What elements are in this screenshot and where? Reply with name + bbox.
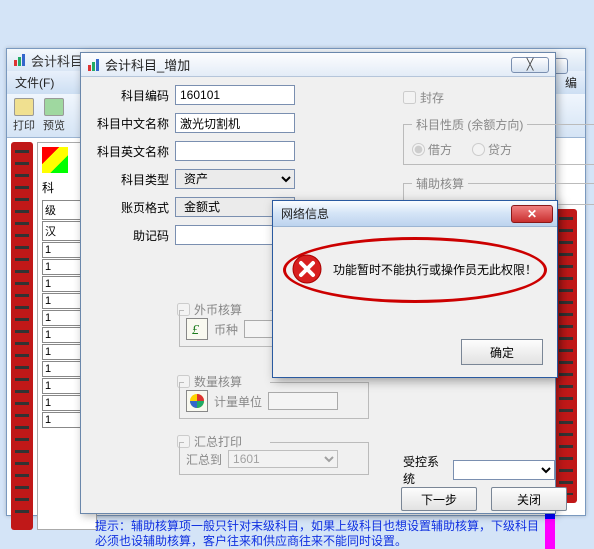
toolbar-preview-label: 预览 bbox=[43, 117, 65, 133]
spiral-binding-left bbox=[11, 142, 33, 530]
aux-legend: 辅助核算 bbox=[412, 175, 468, 192]
toolbar-print[interactable]: 打印 bbox=[13, 98, 35, 133]
debit-radio[interactable]: 借方 bbox=[412, 141, 452, 158]
dialog-title: 会计科目_增加 bbox=[105, 55, 190, 74]
control-label: 受控系统 bbox=[403, 453, 447, 487]
ename-label: 科目英文名称 bbox=[93, 143, 169, 160]
code-label: 科目编码 bbox=[93, 87, 169, 104]
dialog-close-button[interactable]: ╳ bbox=[511, 57, 549, 73]
debit-label: 借方 bbox=[428, 141, 452, 158]
cname-input[interactable] bbox=[175, 113, 295, 133]
bg-title: 会计科目 bbox=[31, 51, 83, 70]
preview-icon bbox=[44, 98, 64, 116]
credit-radio[interactable]: 贷方 bbox=[472, 141, 512, 158]
dialog-titlebar: 会计科目_增加 ╳ bbox=[81, 53, 555, 77]
next-button[interactable]: 下一步 bbox=[401, 487, 477, 511]
credit-label: 贷方 bbox=[488, 141, 512, 158]
mnemonic-input[interactable] bbox=[175, 225, 281, 245]
sum-group: 汇总打印 汇总到 1601 bbox=[179, 433, 369, 481]
page-label: 账页格式 bbox=[93, 199, 169, 216]
qty-group: 数量核算 计量单位 bbox=[179, 373, 369, 429]
sealed-checkbox[interactable]: 封存 bbox=[403, 89, 594, 106]
code-input[interactable] bbox=[175, 85, 295, 105]
type-label: 科目类型 bbox=[93, 171, 169, 188]
menu-file[interactable]: 文件(F) bbox=[15, 74, 54, 91]
control-system-row: 受控系统 bbox=[403, 453, 555, 487]
spiral-binding-right bbox=[555, 209, 577, 503]
type-select[interactable]: 资产 bbox=[175, 169, 295, 189]
nature-legend: 科目性质 (余额方向) bbox=[412, 116, 527, 133]
color-swatch-icon bbox=[42, 147, 68, 173]
currency-label: 币种 bbox=[214, 321, 238, 338]
msgbox-text: 功能暂时不能执行或操作员无此权限！ bbox=[333, 261, 537, 278]
message-box: 网络信息 ✕ 功能暂时不能执行或操作员无此权限！ 确定 bbox=[272, 200, 558, 378]
control-select[interactable] bbox=[453, 460, 555, 480]
msgbox-close-button[interactable]: ✕ bbox=[511, 205, 553, 223]
msgbox-ok-button[interactable]: 确定 bbox=[461, 339, 543, 365]
msgbox-titlebar: 网络信息 ✕ bbox=[273, 201, 557, 227]
sum-to-select: 1601 bbox=[228, 450, 338, 468]
sealed-checkbox-input[interactable] bbox=[403, 91, 416, 104]
mnemonic-label: 助记码 bbox=[93, 227, 169, 244]
toolbar-print-label: 打印 bbox=[13, 117, 35, 133]
msgbox-title: 网络信息 bbox=[281, 205, 329, 222]
app-icon bbox=[87, 58, 101, 72]
printer-icon bbox=[14, 98, 34, 116]
unit-input bbox=[268, 392, 338, 410]
currency-icon: £ bbox=[186, 318, 208, 340]
app-icon bbox=[13, 53, 27, 67]
toolbar-preview[interactable]: 预览 bbox=[43, 98, 65, 133]
error-icon bbox=[291, 253, 323, 285]
svg-text:£: £ bbox=[192, 323, 199, 337]
nature-fieldset: 科目性质 (余额方向) 借方 贷方 bbox=[403, 116, 594, 165]
unit-label: 计量单位 bbox=[214, 393, 262, 410]
ename-input[interactable] bbox=[175, 141, 295, 161]
close-button[interactable]: 关闭 bbox=[491, 487, 567, 511]
cname-label: 科目中文名称 bbox=[93, 115, 169, 132]
pie-chart-icon bbox=[186, 390, 208, 412]
sealed-label: 封存 bbox=[420, 89, 444, 106]
sum-to-label: 汇总到 bbox=[186, 451, 222, 468]
